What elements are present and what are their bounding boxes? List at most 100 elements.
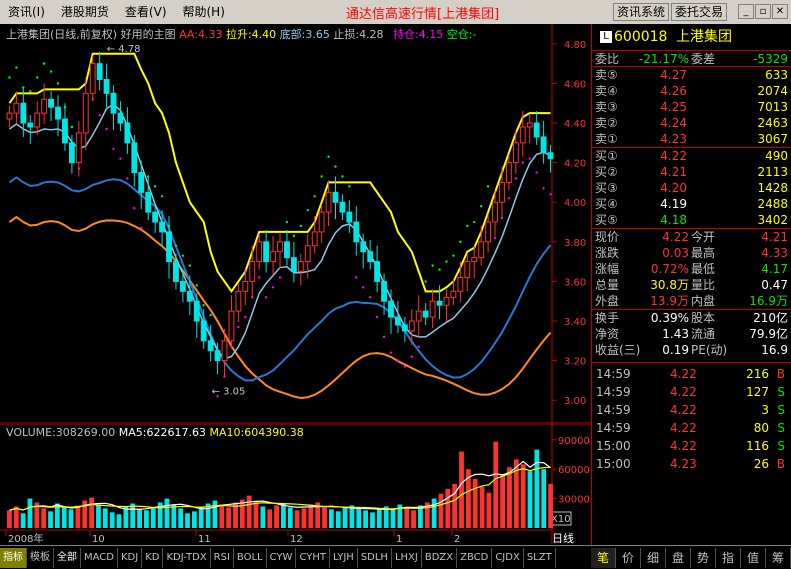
stock-name: 上港集团 bbox=[676, 29, 732, 45]
sar-dot bbox=[56, 82, 60, 85]
tab-模板[interactable]: 模板 bbox=[27, 547, 54, 568]
buy-order-row[interactable]: 买⑤ 4.18 3402 bbox=[592, 212, 791, 228]
tab-kdj-tdx[interactable]: KDJ-TDX bbox=[163, 547, 211, 568]
la-value: 拉升:4.40 bbox=[225, 28, 277, 41]
restore-icon[interactable]: ▫ bbox=[755, 4, 771, 19]
tab-kdj[interactable]: KDJ bbox=[118, 547, 143, 568]
volume-bar bbox=[96, 504, 101, 528]
volume-bar bbox=[431, 498, 437, 528]
volume-header: VOLUME:308269.00 MA5:622617.63 MA10:6043… bbox=[6, 426, 304, 439]
right-tab[interactable]: 盘 bbox=[666, 547, 691, 568]
volume-chart[interactable]: 900006000030000X10 2008年 10 11 12 1 2 bbox=[0, 424, 591, 544]
price-tick-label: 4.80 bbox=[564, 40, 586, 51]
tab-rsi[interactable]: RSI bbox=[211, 547, 234, 568]
chart-title: 上港集团(日线,前复权) 好用的主图 bbox=[6, 28, 176, 41]
tick-row: 15:00 4.22 116 S bbox=[592, 437, 791, 455]
stat-row: 换手 0.39% 股本 210亿 bbox=[592, 310, 791, 326]
sell-order-row[interactable]: 卖⑤ 4.27 633 bbox=[592, 67, 791, 83]
candle-up bbox=[478, 241, 485, 259]
tab-macd[interactable]: MACD bbox=[81, 547, 118, 568]
stat-value: 30.8万 bbox=[650, 278, 689, 292]
tab-kd[interactable]: KD bbox=[142, 547, 164, 568]
volume-bar bbox=[130, 503, 136, 528]
minimize-icon[interactable]: _ bbox=[738, 4, 754, 19]
sell-order-row[interactable]: 卖④ 4.26 2074 bbox=[592, 83, 791, 99]
tab-cyht[interactable]: CYHT bbox=[296, 547, 330, 568]
sar-dot bbox=[8, 76, 11, 79]
tab-全部[interactable]: 全部 bbox=[54, 547, 81, 568]
aa-value: AA:4.33 bbox=[179, 28, 223, 41]
sell-order-row[interactable]: 卖② 4.24 2463 bbox=[592, 115, 791, 131]
right-tab[interactable]: 势 bbox=[691, 547, 716, 568]
info-system-button[interactable]: 资讯系统 bbox=[613, 3, 670, 21]
tick-volume: 216 bbox=[746, 367, 769, 381]
candle-up bbox=[471, 257, 478, 263]
right-tab[interactable]: 细 bbox=[641, 547, 666, 568]
volume-bar bbox=[164, 498, 170, 528]
sar-dot bbox=[521, 161, 524, 164]
tab-slzt[interactable]: SLZT bbox=[524, 547, 556, 568]
stat-label: 收益(三) bbox=[595, 343, 641, 357]
sell-order-row[interactable]: 卖① 4.23 3067 bbox=[592, 131, 791, 147]
buy-order-row[interactable]: 买① 4.22 490 bbox=[592, 148, 791, 164]
sar-dot bbox=[486, 185, 490, 188]
tab-lyjh[interactable]: LYJH bbox=[330, 547, 358, 568]
tick-volume: 26 bbox=[753, 457, 769, 471]
sar-dot bbox=[153, 185, 157, 188]
volume-bar bbox=[116, 514, 122, 528]
stat-row: 涨跌 0.03 最高 4.33 bbox=[592, 245, 791, 261]
tab-sdlh[interactable]: SDLH bbox=[358, 547, 392, 568]
sar-dot bbox=[105, 127, 108, 131]
candle-down bbox=[422, 310, 429, 318]
buy-order-row[interactable]: 买② 4.21 2113 bbox=[592, 164, 791, 180]
buy-order-row[interactable]: 买③ 4.20 1428 bbox=[592, 180, 791, 196]
sar-dot bbox=[362, 286, 365, 289]
right-tab[interactable]: 价 bbox=[616, 547, 641, 568]
volume-bar bbox=[150, 507, 156, 528]
candle-up bbox=[235, 290, 242, 312]
date-tick-label: 11 bbox=[198, 534, 211, 544]
trade-button[interactable]: 委托交易 bbox=[671, 3, 728, 21]
tab-lhxj[interactable]: LHXJ bbox=[392, 547, 422, 568]
date-tick-label: 12 bbox=[290, 534, 303, 544]
sar-dot bbox=[209, 313, 212, 317]
right-tab[interactable]: 指 bbox=[716, 547, 741, 568]
order-ratio-label: 委比 bbox=[595, 52, 620, 66]
tick-volume: 3 bbox=[761, 403, 769, 417]
buy-order-volume: 2113 bbox=[757, 165, 788, 179]
tab-cjdx[interactable]: CJDX bbox=[492, 547, 524, 568]
menu-help[interactable]: 帮助(H) bbox=[175, 0, 233, 24]
candle-down bbox=[540, 136, 547, 154]
candle-down bbox=[401, 324, 408, 332]
sell-order-row[interactable]: 卖③ 4.25 7013 bbox=[592, 99, 791, 115]
tab-bdzx[interactable]: BDZX bbox=[422, 547, 458, 568]
close-icon[interactable]: ✕ bbox=[772, 4, 788, 19]
sar-dot bbox=[514, 177, 518, 180]
sell-order-label: 卖⑤ bbox=[595, 68, 618, 82]
stat-value: 0.19 bbox=[662, 343, 689, 357]
right-tab[interactable]: 筹 bbox=[766, 547, 791, 568]
price-tick-label: 3.80 bbox=[564, 238, 586, 249]
price-tick-label: 4.40 bbox=[564, 119, 586, 130]
tab-zbcd[interactable]: ZBCD bbox=[457, 547, 493, 568]
tick-time: 15:00 bbox=[596, 439, 631, 453]
tab-指标[interactable]: 指标 bbox=[0, 547, 27, 568]
menu-view[interactable]: 查看(V) bbox=[117, 0, 175, 24]
tab-cyw[interactable]: CYW bbox=[267, 547, 297, 568]
tab-boll[interactable]: BOLL bbox=[234, 547, 267, 568]
volume-bar bbox=[191, 511, 197, 528]
right-tab[interactable]: 值 bbox=[741, 547, 766, 568]
candle-down bbox=[547, 152, 554, 160]
sar-dot bbox=[292, 234, 296, 238]
right-tab[interactable]: 笔 bbox=[591, 547, 616, 568]
sar-dot bbox=[181, 254, 185, 257]
menu-hk-futures[interactable]: 港股期货 bbox=[53, 0, 117, 24]
period-label[interactable]: 日线 bbox=[552, 530, 574, 546]
quote-panel: L 600018 上港集团 委比 -21.17% 委差 -5329 卖⑤ 4.27 6… bbox=[591, 24, 791, 545]
menu-info[interactable]: 资讯(I) bbox=[0, 0, 53, 24]
kline-chart[interactable]: 4.80 4.60 4.40 4.20 4.00 3.80 3.60 3.40 3.20 3.00… bbox=[0, 24, 591, 424]
candle-down bbox=[145, 191, 152, 213]
buy-order-row[interactable]: 买④ 4.19 2488 bbox=[592, 196, 791, 212]
sar-dot bbox=[452, 254, 455, 257]
low-annotation: ← 3.05 bbox=[212, 386, 246, 397]
